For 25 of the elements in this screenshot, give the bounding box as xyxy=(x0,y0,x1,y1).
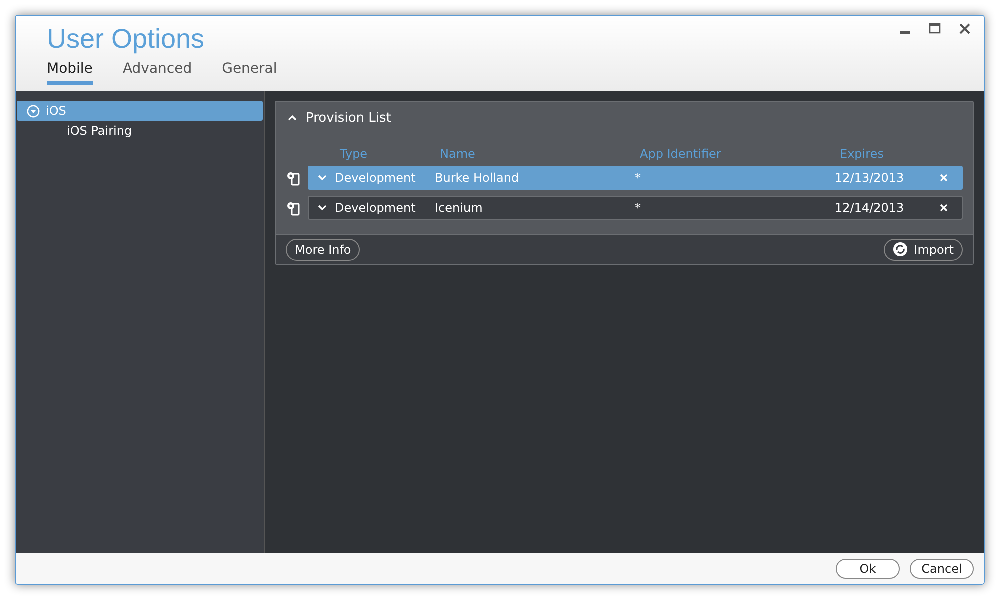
import-button[interactable]: Import xyxy=(884,238,963,260)
chevron-down-icon[interactable] xyxy=(318,205,326,211)
table-cell-text: 12/13/2013 xyxy=(835,171,906,185)
window-title: User Options xyxy=(47,24,205,55)
tab[interactable]: General xyxy=(222,61,278,85)
tab[interactable]: Mobile xyxy=(47,61,93,85)
table-cell-text: Icenium xyxy=(435,201,484,215)
maximize-icon[interactable] xyxy=(929,23,941,35)
more-info-button[interactable]: More Info xyxy=(286,238,360,260)
tab[interactable]: Advanced xyxy=(122,61,192,85)
table-cell-text: * xyxy=(635,171,642,185)
sync-icon[interactable] xyxy=(893,242,908,257)
chevron-up-icon[interactable] xyxy=(288,115,297,121)
dialog-button[interactable]: Ok xyxy=(836,558,900,578)
dialog-button[interactable]: Cancel xyxy=(910,558,974,578)
panel-title: Provision List xyxy=(306,110,392,126)
table-cell-text: Burke Holland xyxy=(435,171,520,185)
table-row[interactable]: Development Icenium * 12/14/2013 xyxy=(308,196,963,220)
expanded-circle-icon[interactable] xyxy=(27,104,40,118)
tree-item[interactable]: iOS Pairing xyxy=(17,121,263,141)
close-icon[interactable] xyxy=(959,23,971,35)
table-cell-text: 12/14/2013 xyxy=(835,201,906,215)
table-cell-text: Development xyxy=(335,171,417,185)
table-cell-text: Development xyxy=(335,201,417,215)
table-cell-text: * xyxy=(635,201,642,215)
